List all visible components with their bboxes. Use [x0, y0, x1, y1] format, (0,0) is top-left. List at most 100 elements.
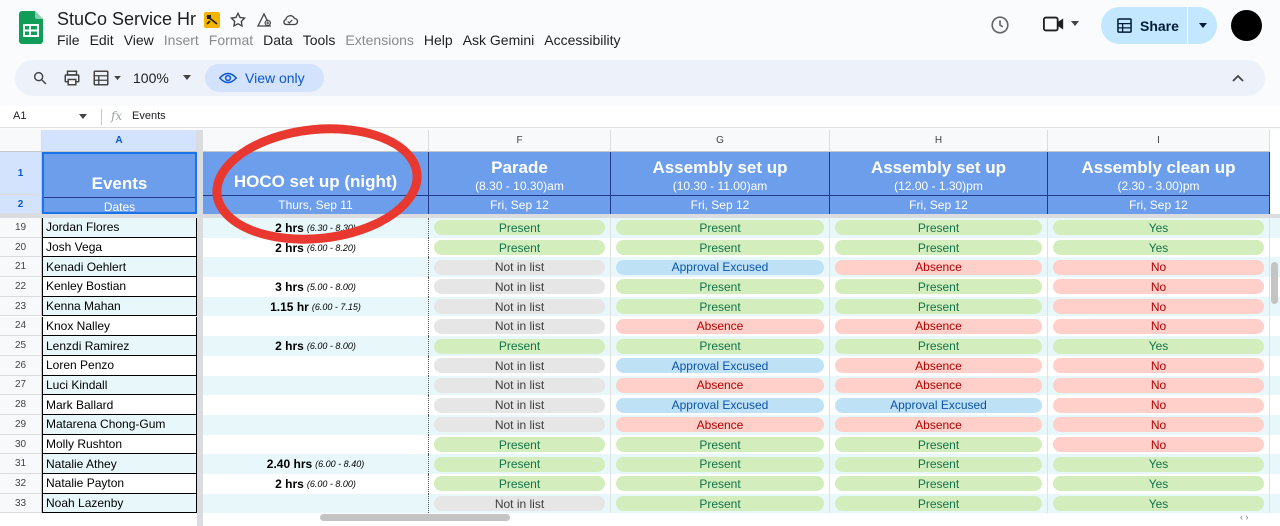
name-cell[interactable]: Lenzdi Ramirez: [42, 336, 197, 356]
name-box[interactable]: A1: [13, 110, 26, 122]
zoom-select[interactable]: 100%: [133, 60, 191, 96]
status-cell-f[interactable]: Not in list: [429, 355, 611, 376]
row-header[interactable]: 23: [0, 296, 42, 317]
name-cell[interactable]: Jordan Flores: [42, 218, 197, 238]
status-cell-f[interactable]: Not in list: [429, 316, 611, 337]
select-all-corner[interactable]: [0, 130, 42, 152]
status-cell-h[interactable]: Present: [830, 336, 1048, 356]
status-cell-i[interactable]: No: [1048, 257, 1270, 278]
status-cell-i[interactable]: No: [1048, 296, 1270, 317]
hoco-hours-cell[interactable]: [203, 375, 429, 396]
status-cell-g[interactable]: Absence: [611, 375, 830, 396]
header-assembly-setup-2[interactable]: Assembly set up (12.00 - 1.30)pm Fri, Se…: [830, 152, 1048, 214]
status-cell-g[interactable]: Present: [611, 277, 830, 297]
status-cell-g[interactable]: Absence: [611, 415, 830, 435]
menu-view[interactable]: View: [124, 32, 154, 48]
menu-data[interactable]: Data: [263, 32, 293, 48]
status-cell-f[interactable]: Not in list: [429, 375, 611, 396]
menu-file[interactable]: File: [57, 32, 80, 48]
status-cell-g[interactable]: Approval Excused: [611, 395, 830, 415]
move-icon[interactable]: [254, 10, 274, 30]
status-cell-g[interactable]: Present: [611, 474, 830, 494]
row-header[interactable]: 21: [0, 257, 42, 278]
share-button[interactable]: Share: [1101, 7, 1217, 44]
header-assembly-cleanup[interactable]: Assembly clean up (2.30 - 3.00)pm Fri, S…: [1048, 152, 1270, 214]
header-assembly-setup-1[interactable]: Assembly set up (10.30 - 11.00)am Fri, S…: [611, 152, 830, 214]
formula-value[interactable]: Events: [132, 110, 166, 122]
sheets-logo-icon[interactable]: [19, 11, 43, 44]
header-events[interactable]: Events Dates: [42, 152, 197, 214]
status-cell-i[interactable]: Yes: [1048, 218, 1270, 238]
status-cell-f[interactable]: Not in list: [429, 493, 611, 514]
status-cell-i[interactable]: No: [1048, 434, 1270, 455]
row-header[interactable]: 31: [0, 454, 42, 475]
status-cell-f[interactable]: Not in list: [429, 415, 611, 435]
status-cell-g[interactable]: Approval Excused: [611, 257, 830, 278]
name-cell[interactable]: Natalie Payton: [42, 474, 197, 494]
name-cell[interactable]: Noah Lazenby: [42, 493, 197, 514]
column-header-f[interactable]: F: [429, 130, 611, 152]
row-header[interactable]: 32: [0, 474, 42, 494]
status-cell-f[interactable]: Present: [429, 434, 611, 455]
row-header[interactable]: 26: [0, 355, 42, 376]
menu-tools[interactable]: Tools: [303, 32, 336, 48]
name-cell[interactable]: Mark Ballard: [42, 395, 197, 415]
share-dropdown[interactable]: [1188, 7, 1217, 44]
row-header[interactable]: 24: [0, 316, 42, 337]
name-cell[interactable]: Kenadi Oehlert: [42, 257, 197, 278]
hoco-hours-cell[interactable]: 2 hrs (6.30 - 8.30): [203, 218, 429, 238]
status-cell-i[interactable]: No: [1048, 355, 1270, 376]
name-cell[interactable]: Kenna Mahan: [42, 296, 197, 317]
hoco-hours-cell[interactable]: [203, 415, 429, 435]
status-cell-i[interactable]: No: [1048, 277, 1270, 297]
status-cell-f[interactable]: Present: [429, 218, 611, 238]
status-cell-g[interactable]: Present: [611, 454, 830, 475]
hoco-hours-cell[interactable]: [203, 355, 429, 376]
print-button[interactable]: [63, 60, 81, 96]
menu-help[interactable]: Help: [424, 32, 453, 48]
hoco-hours-cell[interactable]: 2 hrs (6.00 - 8.00): [203, 474, 429, 494]
name-cell[interactable]: Loren Penzo: [42, 355, 197, 376]
status-cell-g[interactable]: Present: [611, 336, 830, 356]
status-cell-h[interactable]: Present: [830, 218, 1048, 238]
name-cell[interactable]: Molly Rushton: [42, 434, 197, 455]
status-cell-f[interactable]: Not in list: [429, 296, 611, 317]
status-cell-g[interactable]: Present: [611, 237, 830, 258]
cloud-icon[interactable]: [280, 10, 300, 30]
vertical-scrollbar[interactable]: [1271, 262, 1278, 304]
status-cell-g[interactable]: Approval Excused: [611, 355, 830, 376]
row-header[interactable]: 30: [0, 434, 42, 455]
status-cell-f[interactable]: Not in list: [429, 257, 611, 278]
status-cell-h[interactable]: Present: [830, 277, 1048, 297]
status-cell-f[interactable]: Present: [429, 336, 611, 356]
column-header-i[interactable]: I: [1048, 130, 1270, 152]
status-cell-h[interactable]: Present: [830, 434, 1048, 455]
menu-edit[interactable]: Edit: [90, 32, 114, 48]
status-cell-h[interactable]: Absence: [830, 415, 1048, 435]
row-header[interactable]: 33: [0, 493, 42, 514]
column-header-h[interactable]: H: [830, 130, 1048, 152]
horizontal-scrollbar[interactable]: [320, 514, 510, 521]
search-button[interactable]: [32, 60, 48, 96]
status-cell-g[interactable]: Present: [611, 218, 830, 238]
status-cell-h[interactable]: Absence: [830, 375, 1048, 396]
hoco-hours-cell[interactable]: [203, 316, 429, 337]
share-main[interactable]: Share: [1101, 7, 1187, 44]
name-cell[interactable]: Natalie Athey: [42, 454, 197, 475]
status-cell-h[interactable]: Present: [830, 493, 1048, 514]
column-header-g[interactable]: G: [611, 130, 830, 152]
status-cell-i[interactable]: Yes: [1048, 336, 1270, 356]
status-cell-h[interactable]: Present: [830, 474, 1048, 494]
status-cell-i[interactable]: No: [1048, 316, 1270, 337]
row-header[interactable]: 28: [0, 395, 42, 415]
status-cell-g[interactable]: Present: [611, 493, 830, 514]
name-cell[interactable]: Knox Nalley: [42, 316, 197, 337]
hoco-hours-cell[interactable]: [203, 434, 429, 455]
status-cell-i[interactable]: Yes: [1048, 474, 1270, 494]
row-header[interactable]: 19: [0, 218, 42, 238]
hoco-hours-cell[interactable]: [203, 257, 429, 278]
row-header[interactable]: 22: [0, 277, 42, 297]
header-hoco[interactable]: HOCO set up (night) Thurs, Sep 11: [203, 152, 429, 214]
status-cell-i[interactable]: No: [1048, 395, 1270, 415]
row-header-1[interactable]: 1: [0, 152, 42, 195]
